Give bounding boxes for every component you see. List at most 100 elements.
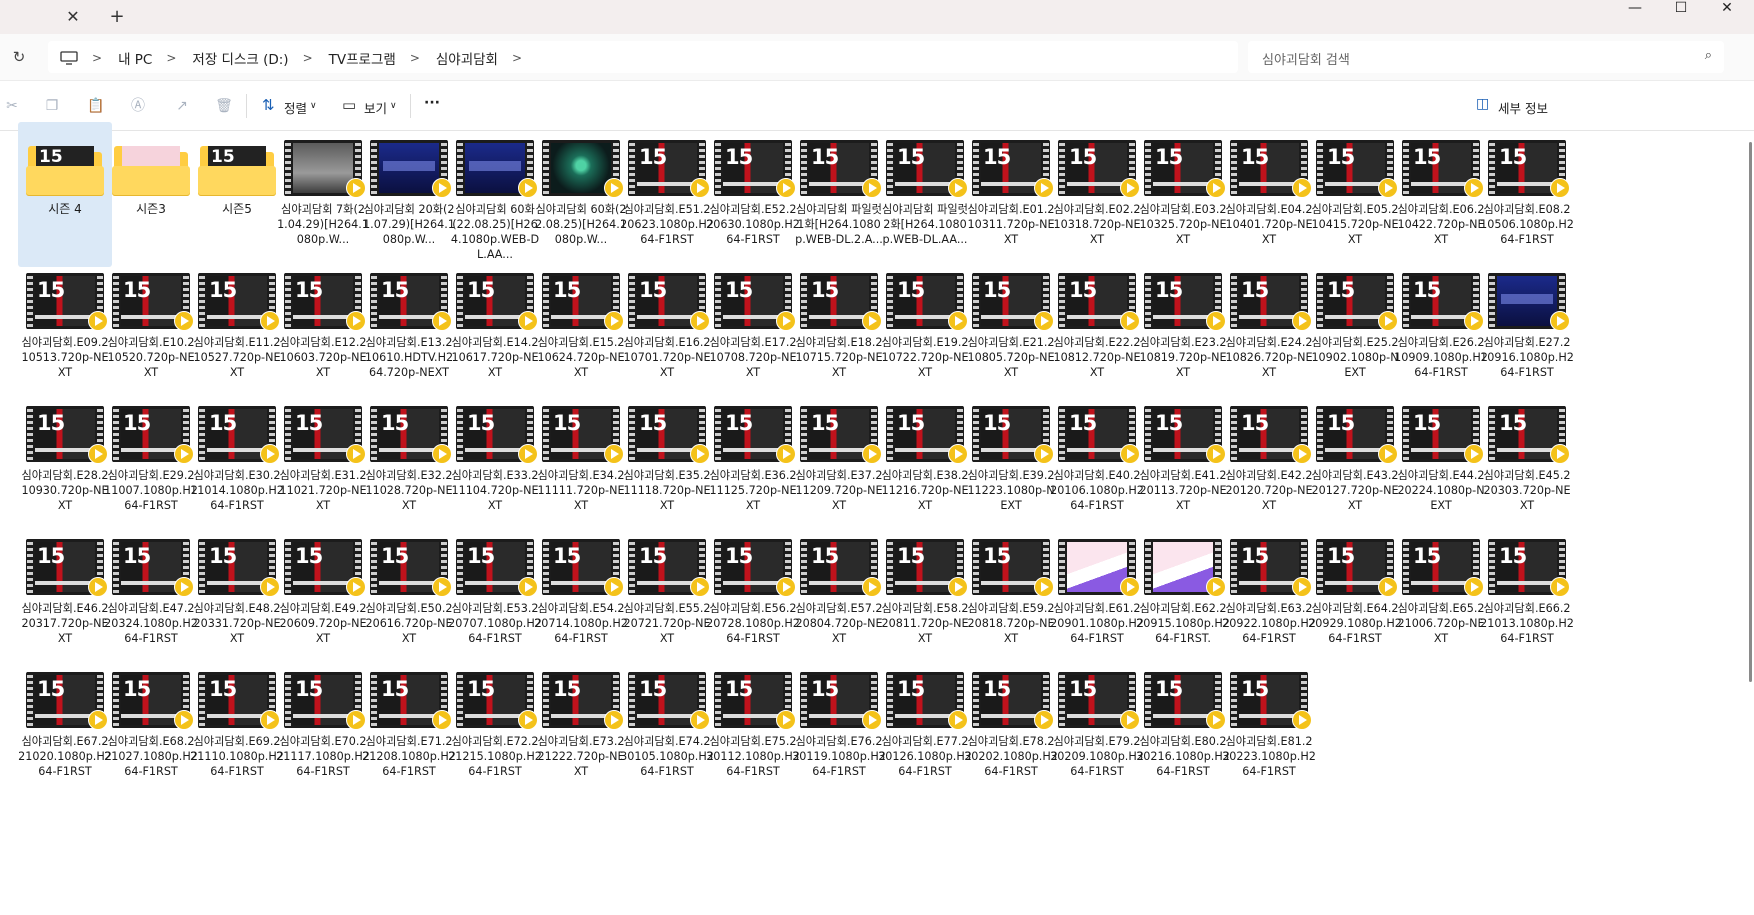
video-file-item[interactable]: 15 심야괴담회.E30.211014.1080p.H264-F1RST [190,388,284,533]
video-file-item[interactable]: 15 심야괴담회.E72.221215.1080p.H264-F1RST [448,654,542,799]
video-file-item[interactable]: 심야괴담회 60화 (22.08.25)[H264.1080p.WEB-DL.A… [448,122,542,267]
video-file-item[interactable]: 15 심야괴담회.E69.221110.1080p.H264-F1RST [190,654,284,799]
folder-item[interactable]: 15 시즌 4 [18,122,112,267]
copy-icon[interactable]: ❐ [42,96,62,116]
video-file-item[interactable]: 15 심야괴담회.E32.211028.720p-NEXT [362,388,456,533]
video-file-item[interactable]: 15 심야괴담회.E67.221020.1080p.H264-F1RST [18,654,112,799]
video-file-item[interactable]: 15 심야괴담회.E57.220804.720p-NEXT [792,521,886,666]
video-file-item[interactable]: 15 심야괴담회.E56.220728.1080p.H264-F1RST [706,521,800,666]
video-file-item[interactable]: 15 심야괴담회.E74.230105.1080p.H264-F1RST [620,654,714,799]
video-file-item[interactable]: 15 심야괴담회.E79.230209.1080p.H264-F1RST [1050,654,1144,799]
video-file-item[interactable]: 15 심야괴담회.E75.230112.1080p.H264-F1RST [706,654,800,799]
folder-item[interactable]: 15 시즌5 [190,122,284,267]
video-file-item[interactable]: 15 심야괴담회.E09.210513.720p-NEXT [18,255,112,400]
folder-item[interactable]: 시즌3 [104,122,198,267]
search-input[interactable]: 심야괴담회 검색 ⌕ [1248,41,1724,73]
video-file-item[interactable]: 15 심야괴담회.E53.220707.1080p.H264-F1RST [448,521,542,666]
video-file-item[interactable]: 15 심야괴담회.E55.220721.720p-NEXT [620,521,714,666]
video-file-item[interactable]: 15 심야괴담회.E48.220331.720p-NEXT [190,521,284,666]
video-file-item[interactable]: 15 심야괴담회.E59.220818.720p-NEXT [964,521,1058,666]
video-file-item[interactable]: 15 심야괴담회 파일럿 2화[H264.1080p.WEB-DL.AA... [878,122,972,267]
video-file-item[interactable]: 심야괴담회.E61.220901.1080p.H264-F1RST [1050,521,1144,666]
video-file-item[interactable]: 15 심야괴담회.E24.210826.720p-NEXT [1222,255,1316,400]
video-file-item[interactable]: 15 심야괴담회.E77.230126.1080p.H264-F1RST [878,654,972,799]
chevron-down-icon[interactable]: ∨ [390,101,397,111]
tab-close-icon[interactable]: ✕ [62,6,84,28]
breadcrumb-tv-programs[interactable]: TV프로그램 [329,48,396,68]
video-file-item[interactable]: 15 심야괴담회.E15.210624.720p-NEXT [534,255,628,400]
video-file-item[interactable]: 15 심야괴담회.E19.210722.720p-NEXT [878,255,972,400]
video-file-item[interactable]: 15 심야괴담회.E26.210909.1080p.H264-F1RST [1394,255,1488,400]
monitor-icon[interactable] [60,51,78,65]
chevron-right-icon[interactable]: > [512,51,522,65]
video-file-item[interactable]: 15 심야괴담회.E31.211021.720p-NEXT [276,388,370,533]
chevron-right-icon[interactable]: > [92,51,102,65]
sort-button[interactable]: 정렬 [284,98,307,117]
new-tab-button[interactable]: + [106,6,128,28]
video-file-item[interactable]: 15 심야괴담회.E38.211216.720p-NEXT [878,388,972,533]
sort-icon[interactable]: ⇅ [262,96,275,114]
video-file-item[interactable]: 15 심야괴담회.E42.220120.720p-NEXT [1222,388,1316,533]
video-file-item[interactable]: 15 심야괴담회.E25.210902.1080p-NEXT [1308,255,1402,400]
maximize-button[interactable]: ☐ [1658,0,1704,22]
chevron-right-icon[interactable]: > [166,51,176,65]
search-icon[interactable]: ⌕ [1705,48,1712,63]
video-file-item[interactable]: 심야괴담회 20화(21.07.29)[H264.1080p.W... [362,122,456,267]
video-file-item[interactable]: 15 심야괴담회.E18.210715.720p-NEXT [792,255,886,400]
video-file-item[interactable]: 15 심야괴담회.E71.221208.1080p.H264-F1RST [362,654,456,799]
rename-icon[interactable]: Ⓐ [128,96,148,116]
breadcrumb-my-pc[interactable]: 내 PC [118,48,152,68]
video-file-item[interactable]: 15 심야괴담회.E36.211125.720p-NEXT [706,388,800,533]
close-window-button[interactable]: ✕ [1704,0,1750,22]
video-file-item[interactable]: 15 심야괴담회.E73.221222.720p-NEXT [534,654,628,799]
video-file-item[interactable]: 15 심야괴담회.E12.210603.720p-NEXT [276,255,370,400]
video-file-item[interactable]: 15 심야괴담회.E10.210520.720p-NEXT [104,255,198,400]
video-file-item[interactable]: 15 심야괴담회.E29.211007.1080p.H264-F1RST [104,388,198,533]
view-icon[interactable]: ▭ [342,96,356,114]
video-file-item[interactable]: 심야괴담회 7화(21.04.29)[H264.1080p.W... [276,122,370,267]
share-icon[interactable]: ↗ [172,96,192,116]
video-file-item[interactable]: 15 심야괴담회.E44.220224.1080p-NEXT [1394,388,1488,533]
video-file-item[interactable]: 15 심야괴담회.E49.220609.720p-NEXT [276,521,370,666]
cut-icon[interactable]: ✂ [2,96,22,116]
video-file-item[interactable]: 15 심야괴담회.E33.211104.720p-NEXT [448,388,542,533]
video-file-item[interactable]: 15 심야괴담회.E51.220623.1080p.H264-F1RST [620,122,714,267]
video-file-item[interactable]: 15 심야괴담회.E40.220106.1080p.H264-F1RST [1050,388,1144,533]
video-file-item[interactable]: 15 심야괴담회.E11.210527.720p-NEXT [190,255,284,400]
video-file-item[interactable]: 15 심야괴담회.E52.220630.1080p.H264-F1RST [706,122,800,267]
breadcrumb-current-folder[interactable]: 심야괴담회 [436,48,498,68]
video-file-item[interactable]: 15 심야괴담회.E03.210325.720p-NEXT [1136,122,1230,267]
video-file-item[interactable]: 15 심야괴담회.E23.210819.720p-NEXT [1136,255,1230,400]
scrollbar-thumb[interactable] [1749,142,1752,682]
video-file-item[interactable]: 15 심야괴담회.E64.220929.1080p.H264-F1RST [1308,521,1402,666]
video-file-item[interactable]: 15 심야괴담회.E50.220616.720p-NEXT [362,521,456,666]
chevron-right-icon[interactable]: > [303,51,313,65]
details-pane-button[interactable]: 세부 정보 [1498,98,1548,117]
refresh-icon[interactable]: ↻ [8,46,30,68]
video-file-item[interactable]: 15 심야괴담회.E70.221117.1080p.H264-F1RST [276,654,370,799]
breadcrumb-drive-d[interactable]: 저장 디스크 (D:) [192,48,288,68]
video-file-item[interactable]: 15 심야괴담회.E35.211118.720p-NEXT [620,388,714,533]
video-file-item[interactable]: 15 심야괴담회.E04.210401.720p-NEXT [1222,122,1316,267]
video-file-item[interactable]: 15 심야괴담회.E28.210930.720p-NEXT [18,388,112,533]
video-file-item[interactable]: 15 심야괴담회.E16.210701.720p-NEXT [620,255,714,400]
video-file-item[interactable]: 15 심야괴담회.E58.220811.720p-NEXT [878,521,972,666]
video-file-item[interactable]: 15 심야괴담회.E68.221027.1080p.H264-F1RST [104,654,198,799]
delete-icon[interactable]: 🗑 [214,96,234,116]
video-file-item[interactable]: 15 심야괴담회.E45.220303.720p-NEXT [1480,388,1574,533]
video-file-item[interactable]: 15 심야괴담회.E76.230119.1080p.H264-F1RST [792,654,886,799]
video-file-item[interactable]: 15 심야괴담회.E37.211209.720p-NEXT [792,388,886,533]
video-file-item[interactable]: 15 심야괴담회.E06.210422.720p-NEXT [1394,122,1488,267]
video-file-item[interactable]: 15 심야괴담회.E81.230223.1080p.H264-F1RST [1222,654,1316,799]
video-file-item[interactable]: 심야괴담회.E27.210916.1080p.H264-F1RST [1480,255,1574,400]
minimize-button[interactable]: — [1612,0,1658,22]
video-file-item[interactable]: 15 심야괴담회.E08.210506.1080p.H264-F1RST [1480,122,1574,267]
video-file-item[interactable]: 15 심야괴담회.E54.220714.1080p.H264-F1RST [534,521,628,666]
video-file-item[interactable]: 15 심야괴담회.E17.210708.720p-NEXT [706,255,800,400]
video-file-item[interactable]: 15 심야괴담회.E14.210617.720p-NEXT [448,255,542,400]
video-file-item[interactable]: 15 심야괴담회.E41.220113.720p-NEXT [1136,388,1230,533]
video-file-item[interactable]: 15 심야괴담회.E66.221013.1080p.H264-F1RST [1480,521,1574,666]
paste-icon[interactable]: 📋 [86,96,106,116]
video-file-item[interactable]: 15 심야괴담회.E47.220324.1080p.H264-F1RST [104,521,198,666]
video-file-item[interactable]: 심야괴담회 60화(22.08.25)[H264.1080p.W... [534,122,628,267]
